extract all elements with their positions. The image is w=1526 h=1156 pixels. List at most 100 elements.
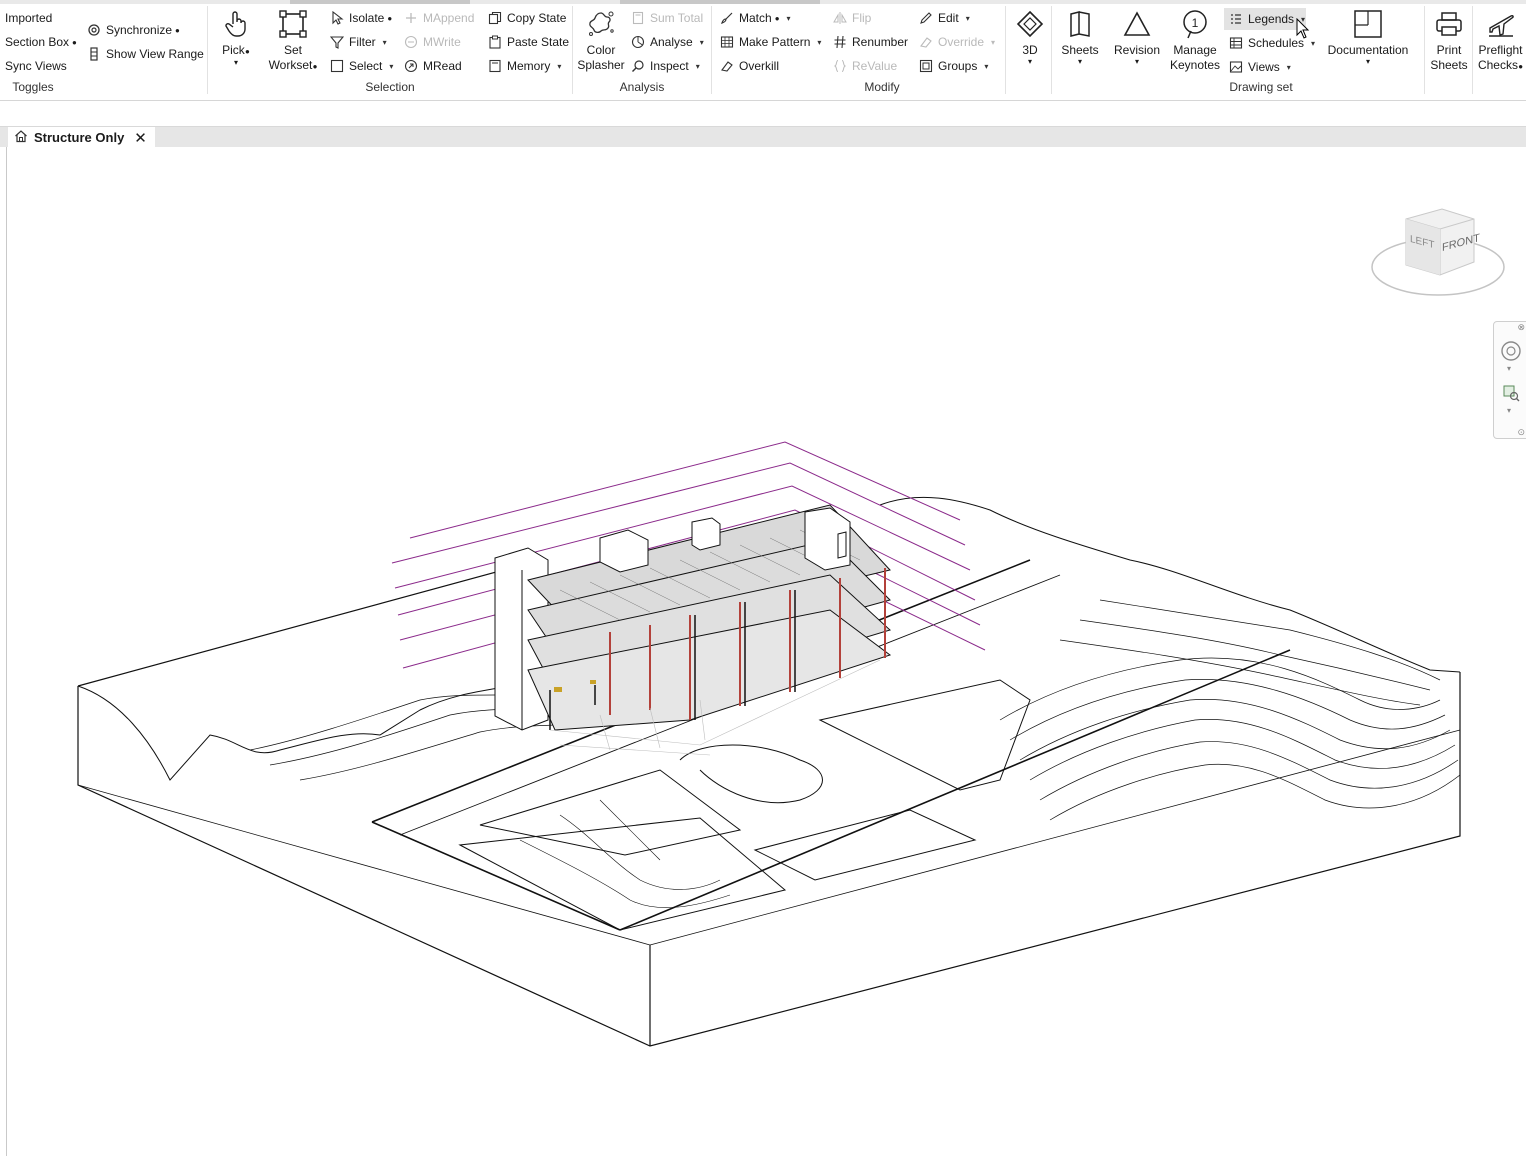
- mread-button[interactable]: MRead: [404, 56, 462, 76]
- hand-pointer-icon: [220, 8, 252, 40]
- view-cube[interactable]: LEFT FRONT: [1368, 207, 1508, 302]
- legend-list-icon: [1229, 12, 1243, 26]
- match-button[interactable]: Match ● ▾: [720, 8, 791, 28]
- sum-total-button[interactable]: Sum Total: [631, 8, 703, 28]
- dropdown-caret-icon: ▾: [991, 37, 996, 47]
- pattern-icon: [720, 35, 734, 49]
- revision-label: Revision: [1113, 43, 1161, 57]
- set-workset-button[interactable]: Set Workset ●: [264, 8, 322, 74]
- section-box-toggle[interactable]: Section Box ●: [5, 32, 77, 52]
- filter-button[interactable]: Filter ▾: [330, 32, 387, 52]
- overkill-label: Overkill: [739, 59, 780, 73]
- override-button[interactable]: Override ▾: [919, 32, 995, 52]
- dropdown-caret-icon: ▾: [233, 58, 238, 67]
- documentation-button[interactable]: Documentation ▾: [1322, 8, 1414, 66]
- sheets-button[interactable]: Sheets ▾: [1058, 8, 1102, 66]
- dot-indicator-icon: ●: [310, 62, 318, 71]
- manage-keynotes-button[interactable]: 1 Manage Keynotes: [1168, 8, 1222, 73]
- renumber-button[interactable]: Renumber: [833, 32, 908, 52]
- sum-total-label: Sum Total: [650, 11, 704, 25]
- keynote-tag-icon: 1: [1179, 8, 1211, 40]
- view-tab-structure-only[interactable]: Structure Only ✕: [8, 127, 155, 148]
- copy-icon: [488, 11, 502, 25]
- synchronize-button[interactable]: Synchronize ●: [87, 20, 180, 40]
- checkbox-icon: [330, 59, 344, 73]
- panel-separator: [1424, 6, 1425, 94]
- set-workset-label-1: Set: [283, 43, 302, 57]
- make-pattern-label: Make Pattern: [739, 35, 811, 49]
- steering-wheel-icon[interactable]: [1500, 340, 1522, 362]
- close-navbar-icon[interactable]: ⊗: [1517, 322, 1525, 333]
- legends-button[interactable]: Legends ▾: [1229, 9, 1305, 29]
- dropdown-caret-icon: ▾: [1027, 57, 1032, 66]
- flip-label: Flip: [852, 11, 872, 25]
- chevron-down-icon[interactable]: ▾: [1507, 364, 1511, 373]
- print-sheets-button[interactable]: Print Sheets: [1428, 8, 1470, 73]
- flip-button[interactable]: Flip: [833, 8, 871, 28]
- document-frame-icon: [1352, 8, 1384, 40]
- mappend-button[interactable]: MAppend: [404, 8, 474, 28]
- inspect-label: Inspect: [650, 59, 689, 73]
- copy-state-button[interactable]: Copy State: [488, 8, 566, 28]
- panel-separator: [1051, 6, 1052, 94]
- imported-toggle[interactable]: Imported: [5, 8, 52, 28]
- chevron-down-icon[interactable]: ▾: [1507, 406, 1511, 415]
- imported-label: Imported: [5, 11, 53, 25]
- dropdown-caret-icon: ▾: [695, 61, 700, 71]
- select-button[interactable]: Select ▾: [330, 56, 393, 76]
- dot-indicator-icon: ●: [774, 13, 780, 23]
- override-label: Override: [938, 35, 985, 49]
- pick-button[interactable]: Pick ● ▾: [218, 8, 254, 67]
- mwrite-button[interactable]: MWrite: [404, 32, 461, 52]
- views-button[interactable]: Views ▾: [1229, 57, 1291, 77]
- dropdown-caret-icon: ▾: [984, 61, 989, 71]
- model-viewport[interactable]: LEFT FRONT ⊗ ▾ ▾ ⊙: [0, 147, 1526, 1156]
- revision-button[interactable]: Revision ▾: [1112, 8, 1162, 66]
- groups-button[interactable]: Groups ▾: [919, 56, 988, 76]
- braces-icon: [833, 59, 847, 73]
- manage-keynotes-label-2: Keynotes: [1169, 58, 1221, 72]
- dropdown-caret-icon: ▾: [786, 13, 791, 23]
- home-icon: [14, 129, 28, 146]
- inspect-button[interactable]: Inspect ▾: [631, 56, 700, 76]
- revalue-button[interactable]: ReValue: [833, 56, 897, 76]
- synchronize-icon: [87, 23, 101, 37]
- paste-state-button[interactable]: Paste State: [488, 32, 569, 52]
- override-icon: [919, 35, 933, 49]
- memory-button[interactable]: Memory ▾: [488, 56, 561, 76]
- site-3d-model-drawing: [77, 441, 1461, 1047]
- color-splasher-button[interactable]: Color Splasher: [576, 8, 626, 73]
- dot-indicator-icon: ●: [175, 25, 180, 35]
- close-tab-icon[interactable]: ✕: [134, 129, 147, 147]
- preflight-checks-button[interactable]: Preflight Checks ●: [1475, 8, 1526, 74]
- eraser-icon: [720, 59, 734, 73]
- dropdown-caret-icon: ▾: [389, 61, 394, 71]
- dot-indicator-icon: ●: [1515, 62, 1524, 71]
- toggles-panel-label: Toggles: [12, 80, 54, 94]
- analyse-button[interactable]: Analyse ▾: [631, 32, 704, 52]
- panel-separator: [572, 6, 573, 94]
- paste-icon: [488, 35, 502, 49]
- groups-label: Groups: [938, 59, 978, 73]
- navbar-options-icon[interactable]: ⊙: [1517, 427, 1525, 438]
- edit-button[interactable]: Edit ▾: [919, 8, 970, 28]
- isolate-button[interactable]: Isolate ●: [330, 8, 392, 28]
- preflight-label-1: Preflight: [1478, 43, 1523, 57]
- make-pattern-button[interactable]: Make Pattern ▾: [720, 32, 821, 52]
- sync-views-toggle[interactable]: Sync Views: [5, 56, 67, 76]
- zoom-window-icon[interactable]: [1502, 384, 1520, 402]
- hash-icon: [833, 35, 847, 49]
- revalue-label: ReValue: [852, 59, 898, 73]
- preflight-label-2: Checks: [1477, 58, 1518, 72]
- color-splasher-label-1: Color: [586, 43, 616, 57]
- mouse-cursor-icon: [1296, 18, 1310, 39]
- dropdown-caret-icon: ▾: [965, 13, 970, 23]
- 3d-view-button[interactable]: 3D ▾: [1012, 8, 1048, 66]
- read-icon: [404, 59, 418, 73]
- overkill-button[interactable]: Overkill: [720, 56, 779, 76]
- triangle-icon: [1121, 8, 1153, 40]
- analyse-label: Analyse: [650, 35, 693, 49]
- viewport-left-border: [6, 147, 7, 1156]
- book-icon: [1064, 8, 1096, 40]
- show-view-range-button[interactable]: Show View Range: [87, 44, 204, 64]
